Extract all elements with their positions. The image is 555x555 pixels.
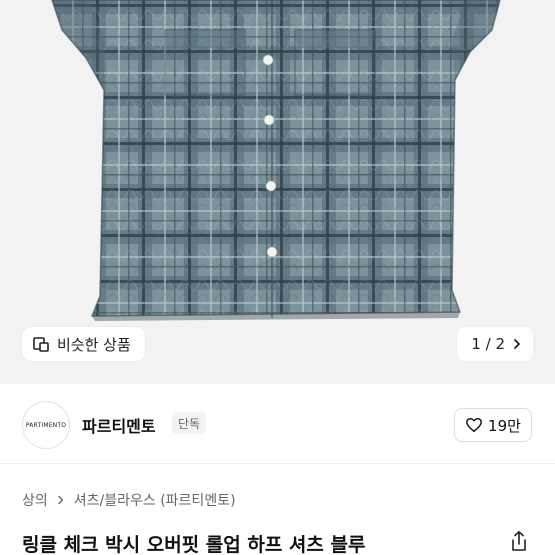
share-icon[interactable] [509, 530, 529, 552]
like-count: 19만 [488, 416, 521, 435]
chevron-right-icon [514, 339, 520, 349]
image-page-indicator[interactable]: 1 / 2 [457, 327, 533, 361]
product-image-carousel[interactable]: 비슷한 상품 1 / 2 [0, 0, 555, 384]
chevron-right-icon [58, 495, 63, 505]
page-counter: 1 / 2 [471, 335, 505, 353]
like-button[interactable]: 19만 [454, 408, 532, 442]
breadcrumb-item-subcategory[interactable]: 셔츠/블라우스 (파르티멘토) [74, 490, 236, 510]
exclusive-badge: 단독 [172, 412, 207, 434]
brand-logo-text: PARTIMENTO [25, 421, 67, 429]
similar-items-icon [32, 335, 50, 353]
breadcrumb: 상의 셔츠/블라우스 (파르티멘토) [22, 490, 236, 510]
similar-items-button[interactable]: 비슷한 상품 [22, 327, 145, 361]
brand-name[interactable]: 파르티멘토 [82, 413, 156, 437]
brand-logo[interactable]: PARTIMENTO [22, 401, 70, 449]
product-title: 링클 체크 박시 오버핏 롤업 하프 셔츠 블루 [22, 534, 366, 555]
heart-outline-icon [466, 417, 482, 433]
similar-items-label: 비슷한 상품 [57, 335, 131, 354]
brand-row: PARTIMENTO 파르티멘토 단독 19만 [0, 384, 555, 464]
breadcrumb-item-category[interactable]: 상의 [22, 490, 48, 510]
